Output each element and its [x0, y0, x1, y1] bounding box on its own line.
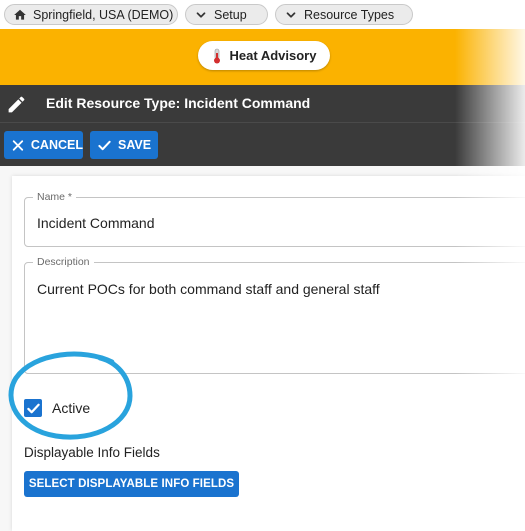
save-button[interactable]: SAVE — [90, 131, 158, 159]
action-toolbar: CANCEL SAVE — [0, 122, 525, 166]
heat-advisory-label: Heat Advisory — [229, 48, 317, 63]
displayable-info-label: Displayable Info Fields — [24, 445, 160, 460]
page-header: Edit Resource Type: Incident Command — [0, 85, 525, 122]
breadcrumb-setup[interactable]: Setup — [185, 4, 268, 25]
breadcrumb-location[interactable]: Springfield, USA (DEMO) — [4, 4, 178, 25]
close-icon — [12, 139, 24, 151]
description-field-value: Current POCs for both command staff and … — [37, 281, 380, 297]
thermometer-icon — [213, 48, 220, 63]
name-field-label: Name * — [33, 191, 77, 203]
name-field-value: Incident Command — [37, 215, 155, 231]
chevron-down-icon — [284, 8, 298, 22]
page-title: Edit Resource Type: Incident Command — [46, 95, 311, 111]
cancel-button[interactable]: CANCEL — [4, 131, 83, 159]
breadcrumb-resource-types-label: Resource Types — [304, 7, 395, 22]
breadcrumb: Springfield, USA (DEMO) Setup Resource T… — [0, 0, 525, 29]
save-button-label: SAVE — [118, 138, 152, 152]
name-field[interactable]: Name * Incident Command — [24, 191, 525, 247]
pencil-icon — [8, 96, 25, 113]
breadcrumb-setup-label: Setup — [214, 7, 247, 22]
cancel-button-label: CANCEL — [30, 138, 83, 152]
home-icon — [13, 8, 27, 22]
select-displayable-info-button[interactable]: SELECT DISPLAYABLE INFO FIELDS — [24, 471, 239, 497]
check-icon — [98, 140, 111, 150]
breadcrumb-resource-types[interactable]: Resource Types — [275, 4, 413, 25]
heat-advisory-badge[interactable]: Heat Advisory — [198, 41, 330, 70]
description-field-label: Description — [33, 256, 94, 268]
highlight-circle — [8, 351, 133, 440]
select-displayable-info-label: SELECT DISPLAYABLE INFO FIELDS — [28, 478, 235, 490]
breadcrumb-location-label: Springfield, USA (DEMO) — [33, 7, 174, 22]
chevron-down-icon — [194, 8, 208, 22]
